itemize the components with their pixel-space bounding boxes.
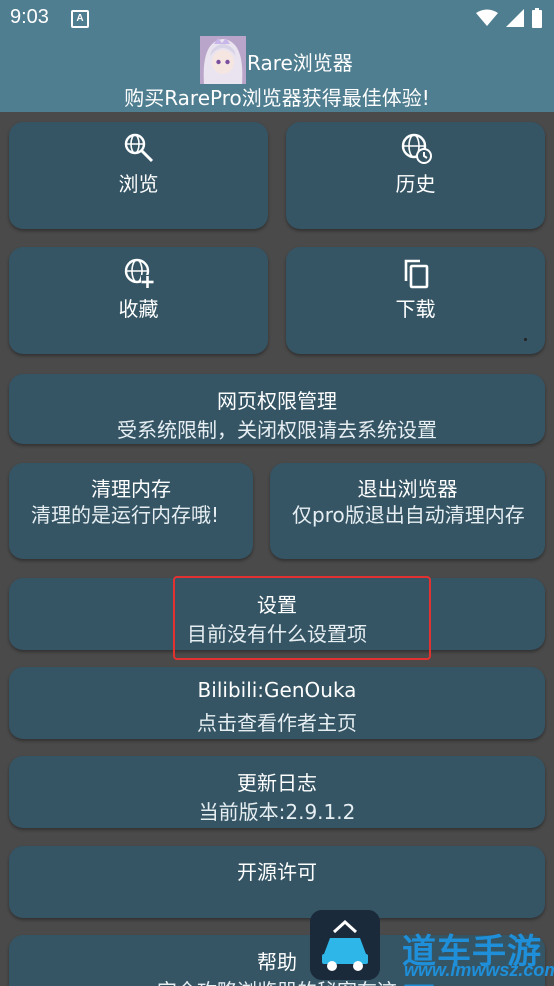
history-button[interactable]: 历史 <box>286 122 545 229</box>
status-time: 9:03 <box>10 6 49 28</box>
app-bar: Rare浏览器 <box>0 36 554 86</box>
open-source-license-title: 开源许可 <box>237 860 317 884</box>
avatar-icon <box>200 36 246 84</box>
download-label: 下载 <box>395 297 436 321</box>
screen: 9:03 A Rare浏览器 购买RarePro浏览器获得最佳体验! 浏览 历史… <box>0 0 554 986</box>
browse-button[interactable]: 浏览 <box>9 122 268 229</box>
history-label: 历史 <box>395 172 436 196</box>
wifi-icon <box>476 9 498 26</box>
search-globe-icon <box>124 133 153 163</box>
exit-browser-title: 退出浏览器 <box>357 477 458 501</box>
status-icons <box>476 8 542 28</box>
author-title: Bilibili:GenOuka <box>197 678 357 702</box>
web-permissions-button[interactable]: 网页权限管理 受系统限制，关闭权限请去系统设置 <box>9 374 545 444</box>
exit-browser-subtitle: 仅pro版退出自动清理内存 <box>292 503 525 527</box>
clear-memory-title: 清理内存 <box>91 477 171 501</box>
web-permissions-subtitle: 受系统限制，关闭权限请去系统设置 <box>117 418 437 442</box>
clear-memory-subtitle: 清理的是运行内存哦! <box>31 503 220 527</box>
clear-memory-button[interactable]: 清理内存 清理的是运行内存哦! <box>9 463 253 559</box>
web-permissions-title: 网页权限管理 <box>217 389 337 413</box>
signal-icon <box>506 9 524 27</box>
favorites-button[interactable]: 收藏 <box>9 247 268 354</box>
globe-history-icon <box>401 133 432 164</box>
globe-add-icon <box>124 258 154 288</box>
author-subtitle: 点击查看作者主页 <box>197 711 357 735</box>
exit-browser-button[interactable]: 退出浏览器 仅pro版退出自动清理内存 <box>270 463 545 559</box>
changelog-title: 更新日志 <box>237 771 317 795</box>
changelog-subtitle: 当前版本:2.9.1.2 <box>198 800 356 824</box>
copy-icon <box>404 259 428 289</box>
promo-banner[interactable]: 购买RarePro浏览器获得最佳体验! <box>0 86 554 112</box>
battery-icon <box>532 8 542 28</box>
open-source-license-button[interactable]: 开源许可 <box>9 846 545 918</box>
app-title: Rare浏览器 <box>247 51 353 75</box>
stray-dot <box>524 338 527 341</box>
favorites-label: 收藏 <box>118 297 159 321</box>
watermark-car-icon <box>310 910 380 980</box>
download-button[interactable]: 下载 <box>286 247 545 354</box>
browse-label: 浏览 <box>118 172 159 196</box>
watermark-url: www.lmwwsz.com <box>404 960 554 980</box>
highlight-box <box>173 576 431 660</box>
status-bar: 9:03 A <box>0 0 554 36</box>
author-button[interactable]: Bilibili:GenOuka 点击查看作者主页 <box>9 667 545 739</box>
notification-icon: A <box>71 10 89 28</box>
promo-banner-text: 购买RarePro浏览器获得最佳体验! <box>124 86 430 110</box>
changelog-button[interactable]: 更新日志 当前版本:2.9.1.2 <box>9 756 545 828</box>
